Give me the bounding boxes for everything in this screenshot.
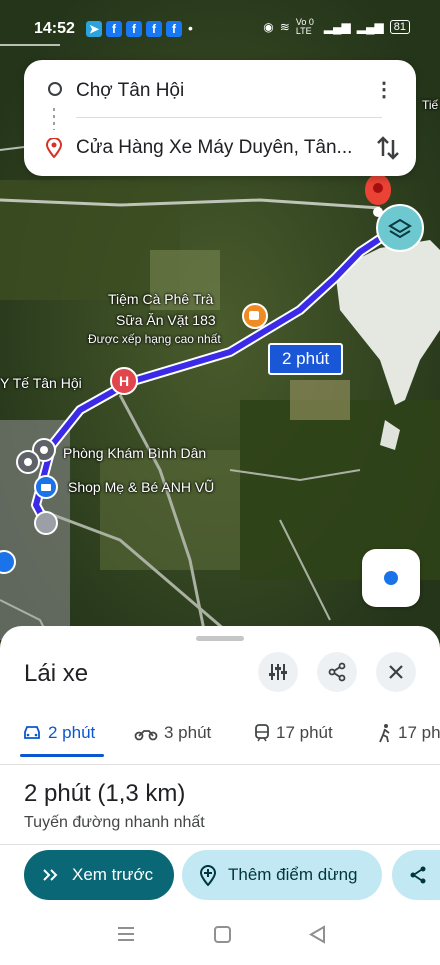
close-button[interactable]: [376, 652, 416, 692]
route-options-button[interactable]: [258, 652, 298, 692]
poi-label-clinic: Phòng Khám Bình Dân: [63, 445, 207, 461]
route-summary: 2 phút (1,3 km): [24, 780, 186, 807]
share-icon: [328, 662, 346, 682]
destination-field[interactable]: Cửa Hàng Xe Máy Duyên, Tân...: [76, 137, 356, 159]
signal-icon: ▂▄▆: [323, 20, 351, 34]
poi-label-cafe-rating: Được xếp hạng cao nhất: [88, 332, 221, 346]
svg-text:H: H: [119, 373, 129, 389]
preview-button[interactable]: Xem trước: [24, 850, 174, 900]
add-stop-icon: [199, 865, 217, 886]
add-stop-button[interactable]: Thêm điểm dừng: [182, 850, 382, 900]
motorbike-icon: [134, 730, 158, 741]
layers-icon: [388, 218, 412, 239]
directions-card: Chợ Tân Hội Cửa Hàng Xe Máy Duyên, Tân..…: [24, 60, 416, 176]
directions-sheet: Lái xe 2 phút 3 phút 17 phút 17 ph 2 phú…: [0, 626, 440, 960]
back-icon[interactable]: [308, 925, 325, 944]
poi-label-shop: Shop Mẹ & Bé ANH VŨ: [68, 479, 215, 495]
facebook-icon: f: [106, 21, 122, 37]
tab-walking-label: 17 ph: [398, 723, 440, 742]
poi-label-cafe-2: Sữa Ăn Vặt 183: [116, 312, 216, 328]
route-duration-label: 2 phút: [268, 343, 344, 375]
tabs-divider: [0, 764, 440, 765]
travel-mode-tabs: 2 phút 3 phút 17 phút 17 ph: [0, 716, 440, 760]
swap-icon[interactable]: [376, 134, 400, 162]
route-dots-icon: [53, 108, 55, 130]
actions-divider: [0, 844, 440, 845]
destination-pin-icon: [46, 138, 62, 158]
facebook-icon: f: [126, 21, 142, 37]
home-icon[interactable]: [214, 926, 231, 943]
share-route-button[interactable]: [392, 850, 440, 900]
car-icon: [24, 726, 40, 739]
route-description: Tuyến đường nhanh nhất: [24, 814, 205, 831]
walk-icon: [379, 724, 390, 743]
poi-label-cafe-1: Tiệm Cà Phê Trà: [108, 291, 214, 307]
tab-motorbike-label: 3 phút: [164, 723, 212, 742]
origin-icon: [48, 82, 62, 96]
transit-icon: [255, 724, 269, 742]
network-label: Vo 0 LTE: [295, 17, 314, 36]
poi-label-edge: Tiế: [422, 98, 439, 112]
more-notifications-icon: •: [188, 20, 193, 36]
signal-icon-2: ▂▄▆: [356, 20, 384, 34]
close-icon: [389, 665, 403, 679]
map-view[interactable]: H 14:52 ➤ f f f f • ◉ ≋ Vo 0 LTE ▂▄▆ ▂▄▆: [0, 0, 440, 660]
sheet-drag-handle[interactable]: [196, 636, 244, 641]
share-button[interactable]: [317, 652, 357, 692]
preview-button-label: Xem trước: [72, 865, 154, 884]
location-status-icon: ◉: [263, 20, 274, 34]
telegram-icon: ➤: [86, 21, 102, 37]
facebook-icon: f: [166, 21, 182, 37]
travel-mode-title: Lái xe: [24, 660, 89, 687]
status-bar: 14:52 ➤ f f f f • ◉ ≋ Vo 0 LTE ▂▄▆ ▂▄▆ 8…: [0, 0, 440, 56]
tab-driving-label: 2 phút: [48, 723, 96, 742]
tab-transit-label: 17 phút: [276, 723, 333, 742]
layers-button[interactable]: [376, 204, 424, 252]
tab-motorbike[interactable]: 3 phút: [134, 716, 211, 750]
fast-forward-icon: [43, 869, 58, 881]
add-stop-button-label: Thêm điểm dừng: [228, 865, 358, 884]
wifi-icon: ≋: [279, 20, 290, 34]
status-time: 14:52: [34, 20, 75, 37]
card-divider: [76, 117, 382, 118]
facebook-icon: f: [146, 21, 162, 37]
recent-apps-icon[interactable]: [118, 927, 134, 941]
poi-label-health-center: Y Tế Tân Hội: [0, 375, 82, 391]
my-location-icon: [384, 571, 398, 585]
active-tab-indicator: [20, 754, 104, 757]
my-location-button[interactable]: [362, 549, 420, 607]
sliders-icon: [269, 664, 287, 680]
share-icon: [410, 866, 426, 884]
tab-driving[interactable]: 2 phút: [22, 716, 95, 750]
more-options-icon[interactable]: ⋮: [374, 78, 394, 102]
battery-indicator: 81: [389, 20, 410, 34]
system-nav-bar: [0, 914, 440, 960]
origin-field[interactable]: Chợ Tân Hội: [76, 80, 356, 102]
tab-transit[interactable]: 17 phút: [254, 716, 333, 750]
tab-walking[interactable]: 17 ph: [378, 716, 440, 750]
